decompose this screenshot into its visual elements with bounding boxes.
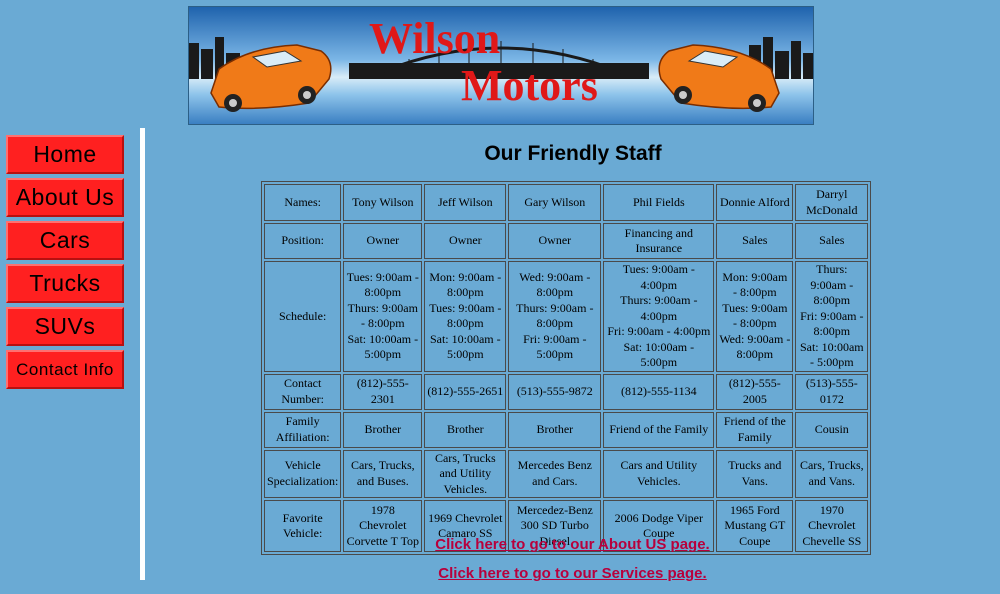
schedule-line: Wed: 9:00am - 8:00pm xyxy=(719,331,791,362)
table-row-position: Position: Owner Owner Owner Financing and In… xyxy=(264,223,869,259)
row-label: Position: xyxy=(264,223,342,259)
row-label: Favorite Vehicle: xyxy=(264,500,342,552)
table-cell-schedule: Mon: 9:00am - 8:00pm Tues: 9:00am - 8:00p… xyxy=(716,261,794,372)
table-cell-contact: (812)-555-2651 xyxy=(424,373,507,410)
page-title: Our Friendly Staff xyxy=(484,142,662,165)
table-cell-specialization: Trucks and Vans. xyxy=(716,449,794,498)
table-cell-contact: (513)-555-9872 xyxy=(508,373,602,410)
nav-about-us-button[interactable]: About Us xyxy=(6,178,124,217)
row-label: Contact Number: xyxy=(264,373,342,410)
table-row-contact: Contact Number: (812)-555-2301 (812)-555-2… xyxy=(264,373,869,410)
sidebar-divider xyxy=(140,128,145,580)
table-cell-specialization: Cars and Utility Vehicles. xyxy=(603,449,715,498)
schedule-line: Sat: 10:00am - 5:00pm xyxy=(429,331,501,362)
row-label: Vehicle Specialization: xyxy=(264,449,342,498)
site-banner: Wilson Motors xyxy=(188,6,814,125)
schedule-line: Tues: 9:00am - 8:00pm xyxy=(429,300,502,331)
table-cell-family: Brother xyxy=(424,411,507,448)
table-cell-names: Phil Fields xyxy=(603,184,715,221)
table-cell-contact: (513)-555-0172 xyxy=(795,373,869,410)
about-us-link[interactable]: Click here to go to our About US page. xyxy=(400,536,745,565)
schedule-line: Mon: 9:00am - 8:00pm xyxy=(722,269,788,300)
schedule-line: Tues: 9:00am - 8:00pm xyxy=(346,269,419,300)
table-cell-schedule: Thurs: 9:00am - 8:00pm Fri: 9:00am - 8:00… xyxy=(795,261,869,372)
table-cell-names: Darryl McDonald xyxy=(795,184,869,221)
table-cell-names: Jeff Wilson xyxy=(424,184,507,221)
nav-contact-info-button[interactable]: Contact Info xyxy=(6,350,124,389)
row-label: Names: xyxy=(264,184,342,221)
schedule-line: Fri: 9:00am - 8:00pm xyxy=(800,308,864,339)
schedule-line: Thurs: 9:00am - 4:00pm xyxy=(620,293,698,323)
table-cell-names: Donnie Alford xyxy=(716,184,794,221)
table-cell-specialization: Cars, Trucks, and Vans. xyxy=(795,449,869,498)
table-cell-schedule: Wed: 9:00am - 8:00pm Thurs: 9:00am - 8:00… xyxy=(508,261,602,372)
table-cell-specialization: Mercedes Benz and Cars. xyxy=(508,449,602,498)
nav-trucks-button[interactable]: Trucks xyxy=(6,264,124,303)
banner-title-line2: Motors xyxy=(461,61,598,110)
table-cell-family: Cousin xyxy=(795,411,869,448)
table-cell-position: Sales xyxy=(795,223,869,259)
schedule-line: Sat: 10:00am - 5:00pm xyxy=(623,339,695,370)
nav-cars-button[interactable]: Cars xyxy=(6,221,124,260)
table-row-schedule: Schedule: Tues: 9:00am - 8:00pm Thurs: 9:0… xyxy=(264,261,869,372)
table-row-names: Names: Tony Wilson Jeff Wilson Gary Wilson P… xyxy=(264,184,869,221)
table-cell-schedule: Tues: 9:00am - 8:00pm Thurs: 9:00am - 8:0… xyxy=(343,261,423,372)
table-cell-position: Owner xyxy=(508,223,602,259)
table-cell-position: Sales xyxy=(716,223,794,259)
table-cell-family: Brother xyxy=(508,411,602,448)
table-row-specialization: Vehicle Specialization: Cars, Trucks, and… xyxy=(264,449,869,498)
row-label: Family Affiliation: xyxy=(264,411,342,448)
schedule-line: Wed: 9:00am - 8:00pm xyxy=(519,269,591,300)
table-cell-names: Tony Wilson xyxy=(343,184,423,221)
schedule-line: Thurs: 9:00am - 8:00pm xyxy=(810,262,854,307)
schedule-line: Thurs: 9:00am - 8:00pm xyxy=(516,300,594,331)
table-cell-schedule: Tues: 9:00am - 4:00pm Thurs: 9:00am - 4:0… xyxy=(603,261,715,372)
schedule-line: Tues: 9:00am - 8:00pm xyxy=(722,300,788,331)
table-cell-names: Gary Wilson xyxy=(508,184,602,221)
table-cell-favorite: 1970 Chevrolet Chevelle SS xyxy=(795,500,869,552)
table-cell-specialization: Cars, Trucks and Utility Vehicles. xyxy=(424,449,507,498)
table-cell-position: Owner xyxy=(343,223,423,259)
footer-links: Click here to go to our About US page. C… xyxy=(400,536,745,594)
schedule-line: Fri: 9:00am - 5:00pm xyxy=(523,331,587,362)
table-cell-contact: (812)-555-1134 xyxy=(603,373,715,410)
table-cell-position: Financing and Insurance xyxy=(603,223,715,259)
nav-home-button[interactable]: Home xyxy=(6,135,124,174)
banner-image: Wilson Motors xyxy=(189,7,813,124)
table-cell-family: Friend of the Family xyxy=(716,411,794,448)
schedule-line: Fri: 9:00am - 4:00pm xyxy=(607,324,711,338)
table-cell-schedule: Mon: 9:00am - 8:00pm Tues: 9:00am - 8:00p… xyxy=(424,261,507,372)
table-cell-family: Friend of the Family xyxy=(603,411,715,448)
table-cell-specialization: Cars, Trucks, and Buses. xyxy=(343,449,423,498)
table-cell-position: Owner xyxy=(424,223,507,259)
schedule-line: Mon: 9:00am - 8:00pm xyxy=(429,269,502,300)
schedule-line: Sat: 10:00am - 5:00pm xyxy=(347,331,419,362)
table-cell-contact: (812)-555-2005 xyxy=(716,373,794,410)
banner-title-line1: Wilson xyxy=(369,14,500,63)
schedule-line: Tues: 9:00am - 4:00pm xyxy=(622,262,695,292)
schedule-line: Sat: 10:00am - 5:00pm xyxy=(799,339,864,370)
row-label: Schedule: xyxy=(264,261,342,372)
table-cell-family: Brother xyxy=(343,411,423,448)
table-row-family: Family Affiliation: Brother Brother Brother… xyxy=(264,411,869,448)
table-cell-contact: (812)-555-2301 xyxy=(343,373,423,410)
schedule-line: Thurs: 9:00am - 8:00pm xyxy=(347,300,418,331)
nav-suvs-button[interactable]: SUVs xyxy=(6,307,124,346)
sidebar-nav: Home About Us Cars Trucks SUVs Contact I… xyxy=(6,135,124,393)
staff-table: Names: Tony Wilson Jeff Wilson Gary Wilson P… xyxy=(261,181,872,555)
